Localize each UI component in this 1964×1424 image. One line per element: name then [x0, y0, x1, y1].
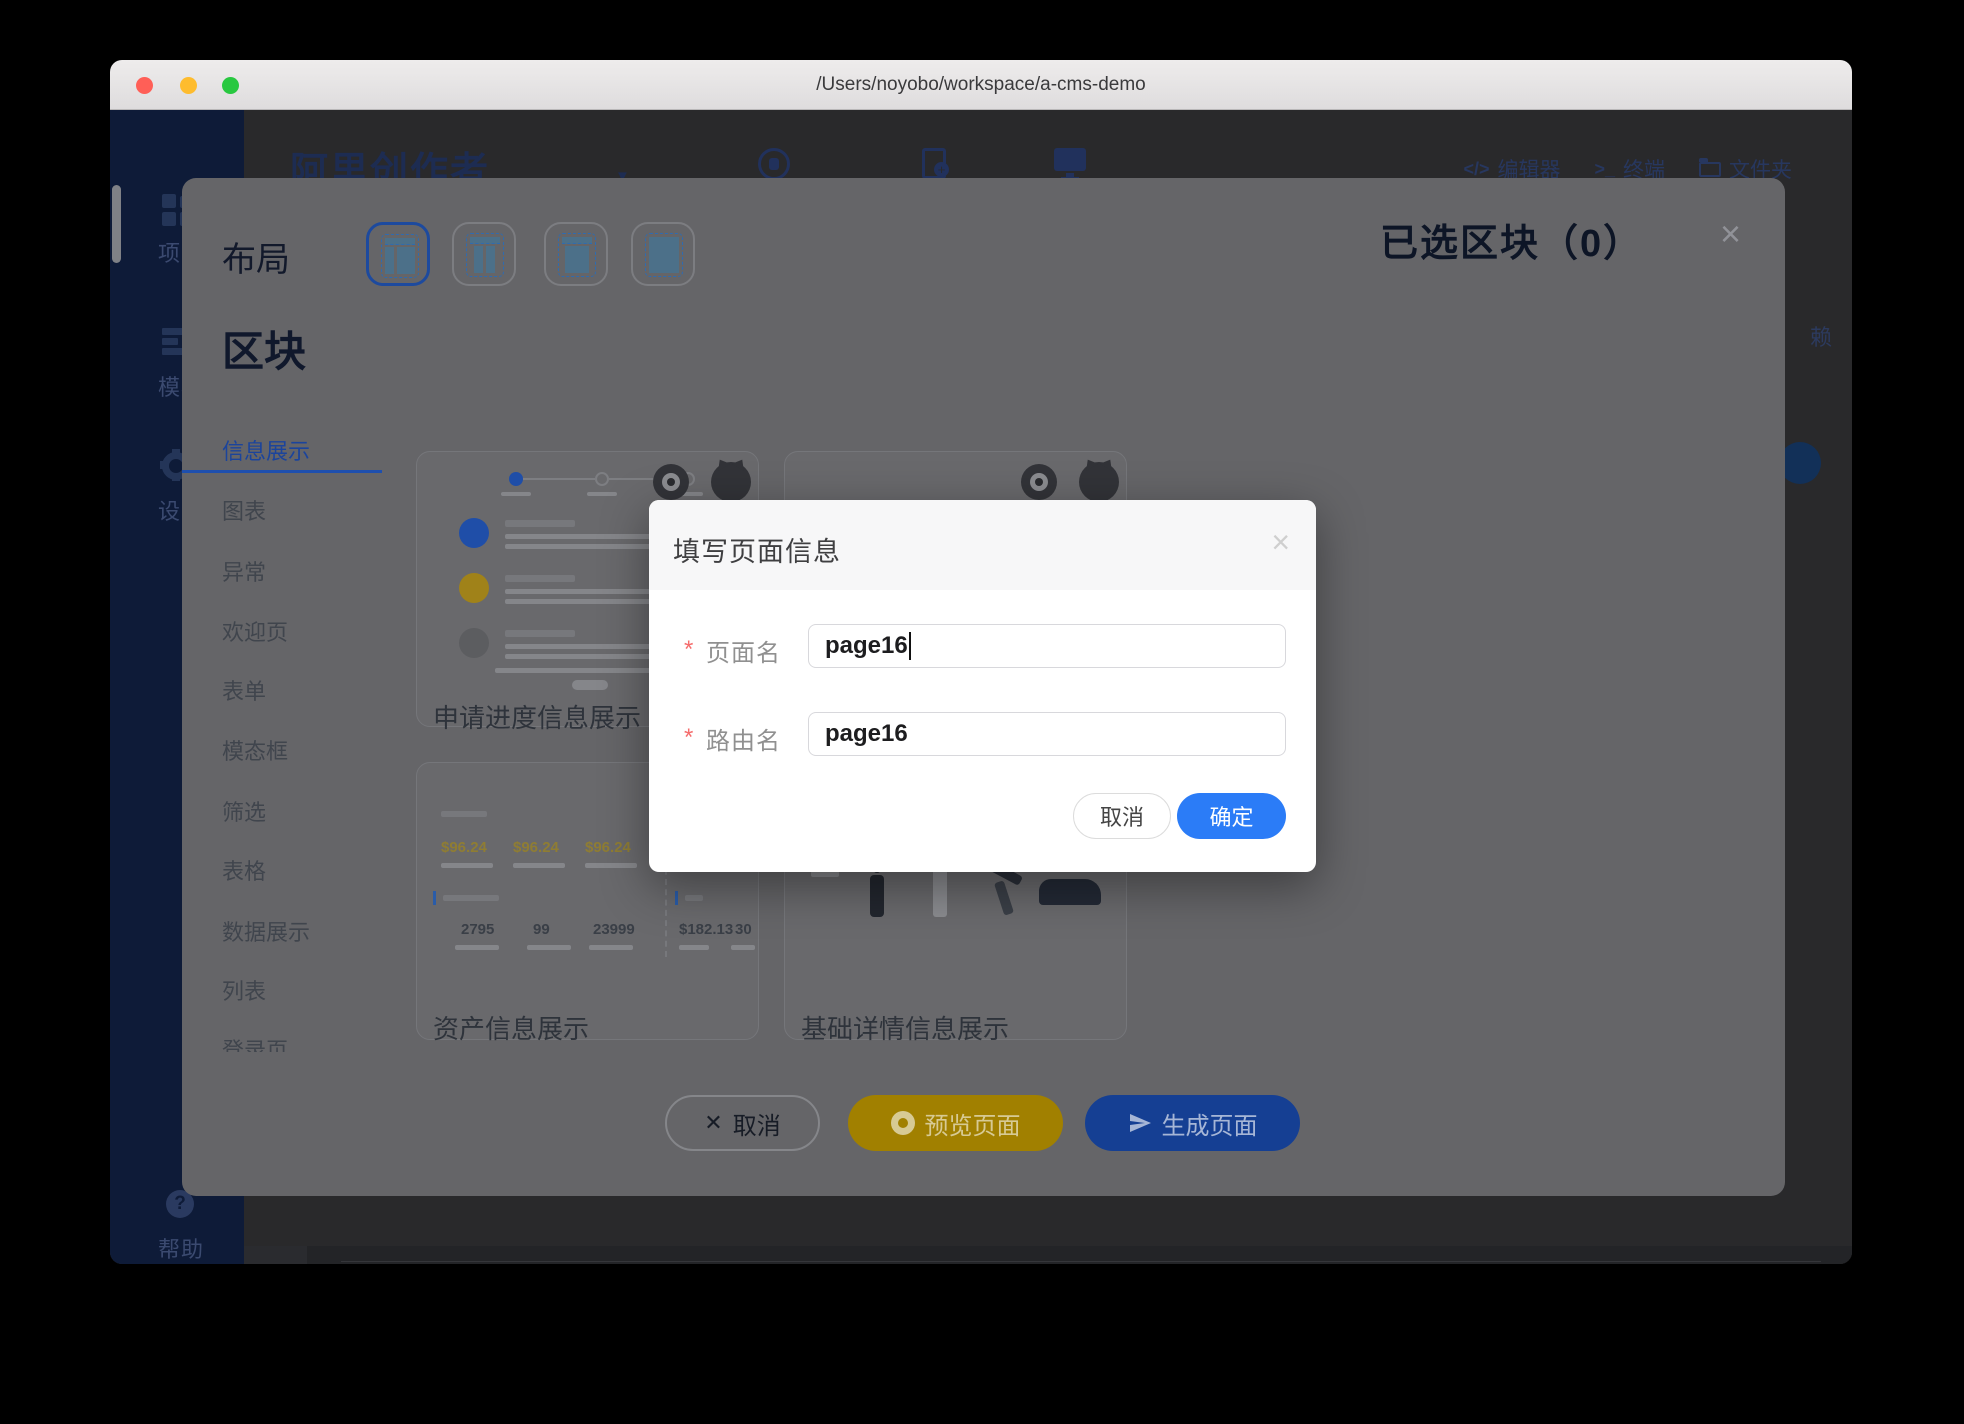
layout-blank-icon [645, 233, 683, 277]
sidebar-item-label: 帮助 [158, 1232, 204, 1264]
window-title: /Users/noyobo/workspace/a-cms-demo [110, 60, 1852, 110]
dialog-cancel-button[interactable]: 取消 [1073, 793, 1171, 839]
folder-icon [1699, 162, 1721, 177]
page-name-value: page16 [825, 632, 908, 660]
cancel-button-label: 取消 [733, 1106, 781, 1141]
github-icon[interactable] [711, 462, 751, 502]
category-modal[interactable]: 模态框 [222, 734, 288, 766]
block-card-title: 申请进度信息展示 [433, 698, 641, 735]
required-asterisk: * [684, 636, 693, 664]
sidebar-scrollbar[interactable] [112, 185, 121, 263]
category-list: 信息展示 图表 异常 欢迎页 表单 模态框 筛选 表格 数据展示 列表 登录页 [182, 408, 404, 1052]
macos-titlebar[interactable]: /Users/noyobo/workspace/a-cms-demo [110, 60, 1852, 110]
category-filter[interactable]: 筛选 [222, 795, 266, 827]
stat-value: $96.24 [513, 839, 559, 856]
record-icon[interactable] [758, 148, 790, 180]
page-name-input[interactable]: page16 [808, 624, 1286, 668]
list-gutter [244, 1246, 307, 1264]
layout-option-blank[interactable] [631, 222, 695, 286]
generate-button-label: 生成页面 [1162, 1106, 1258, 1141]
route-name-label: 路由名 [706, 721, 781, 756]
stat-value: 2795 [461, 921, 494, 938]
page-name-row: * 页面名 page16 [649, 624, 1316, 668]
screen: /Users/noyobo/workspace/a-cms-demo 项目 模板… [0, 0, 1964, 1424]
bottom-list-area: CreateTag [244, 1246, 1852, 1264]
blocks-section-title: 区块 [222, 318, 306, 379]
route-name-value: page16 [825, 720, 908, 748]
paper-plane-icon [1128, 1111, 1152, 1135]
close-icon[interactable]: × [1271, 526, 1290, 558]
stat-value: $182.13 [679, 921, 733, 938]
category-exception[interactable]: 异常 [222, 555, 266, 587]
category-data-display[interactable]: 数据展示 [222, 915, 310, 947]
category-list-blocks[interactable]: 列表 [222, 974, 266, 1006]
generate-page-button[interactable]: 生成页面 [1085, 1095, 1300, 1151]
layout-option-header-content[interactable] [544, 222, 608, 286]
stat-value: 23999 [593, 921, 635, 938]
eye-icon [891, 1111, 915, 1135]
github-icon[interactable] [1079, 462, 1119, 502]
partial-install-button [1779, 442, 1821, 484]
dialog-ok-button[interactable]: 确定 [1177, 793, 1286, 839]
preview-button-label: 预览页面 [925, 1106, 1021, 1141]
block-card-title: 资产信息展示 [433, 1009, 589, 1046]
cancel-button[interactable]: ✕ 取消 [665, 1095, 820, 1151]
close-icon[interactable]: × [1720, 216, 1741, 252]
divider [341, 1261, 1821, 1262]
monitor-icon[interactable] [1054, 148, 1086, 171]
preview-page-button[interactable]: 预览页面 [848, 1095, 1063, 1151]
text-cursor [909, 632, 911, 660]
layout-header-content-icon [558, 233, 596, 277]
partial-dependency-text: 赖 [1810, 320, 1832, 352]
category-chart[interactable]: 图表 [222, 494, 266, 526]
layout-two-column-icon [466, 233, 504, 277]
route-name-row: * 路由名 page16 [649, 712, 1316, 756]
file-add-icon[interactable] [922, 148, 946, 179]
block-card-title: 基础详情信息展示 [801, 1009, 1009, 1046]
category-table[interactable]: 表格 [222, 854, 266, 886]
stat-value: 30 [735, 921, 752, 938]
stat-value: $96.24 [441, 839, 487, 856]
category-form[interactable]: 表单 [222, 674, 266, 706]
category-login[interactable]: 登录页 [222, 1033, 288, 1052]
eye-icon[interactable] [653, 464, 689, 500]
page-info-dialog: 填写页面信息 × * 页面名 page16 * 路由名 page16 取消 确定 [649, 500, 1316, 872]
close-icon: ✕ [704, 1110, 722, 1136]
active-category-underline [182, 470, 382, 473]
app-window: /Users/noyobo/workspace/a-cms-demo 项目 模板… [110, 60, 1852, 1264]
category-welcome[interactable]: 欢迎页 [222, 615, 288, 647]
dialog-title: 填写页面信息 [673, 530, 841, 569]
terminal-icon: >_ [1594, 159, 1615, 180]
category-info-display[interactable]: 信息展示 [222, 434, 310, 466]
selected-blocks-title: 已选区块（0） [1380, 212, 1643, 267]
eye-icon[interactable] [1021, 464, 1057, 500]
layout-option-header-two-col[interactable] [452, 222, 516, 286]
route-name-input[interactable]: page16 [808, 712, 1286, 756]
dialog-header: 填写页面信息 × [649, 500, 1316, 590]
layout-header-sider-icon [381, 234, 419, 278]
code-icon: </> [1463, 159, 1489, 180]
stat-value: 99 [533, 921, 550, 938]
required-asterisk: * [684, 724, 693, 752]
stat-value: $96.24 [585, 839, 631, 856]
layout-section-label: 布局 [222, 232, 290, 281]
layout-option-header-sider[interactable] [366, 222, 430, 286]
page-name-label: 页面名 [706, 633, 781, 668]
